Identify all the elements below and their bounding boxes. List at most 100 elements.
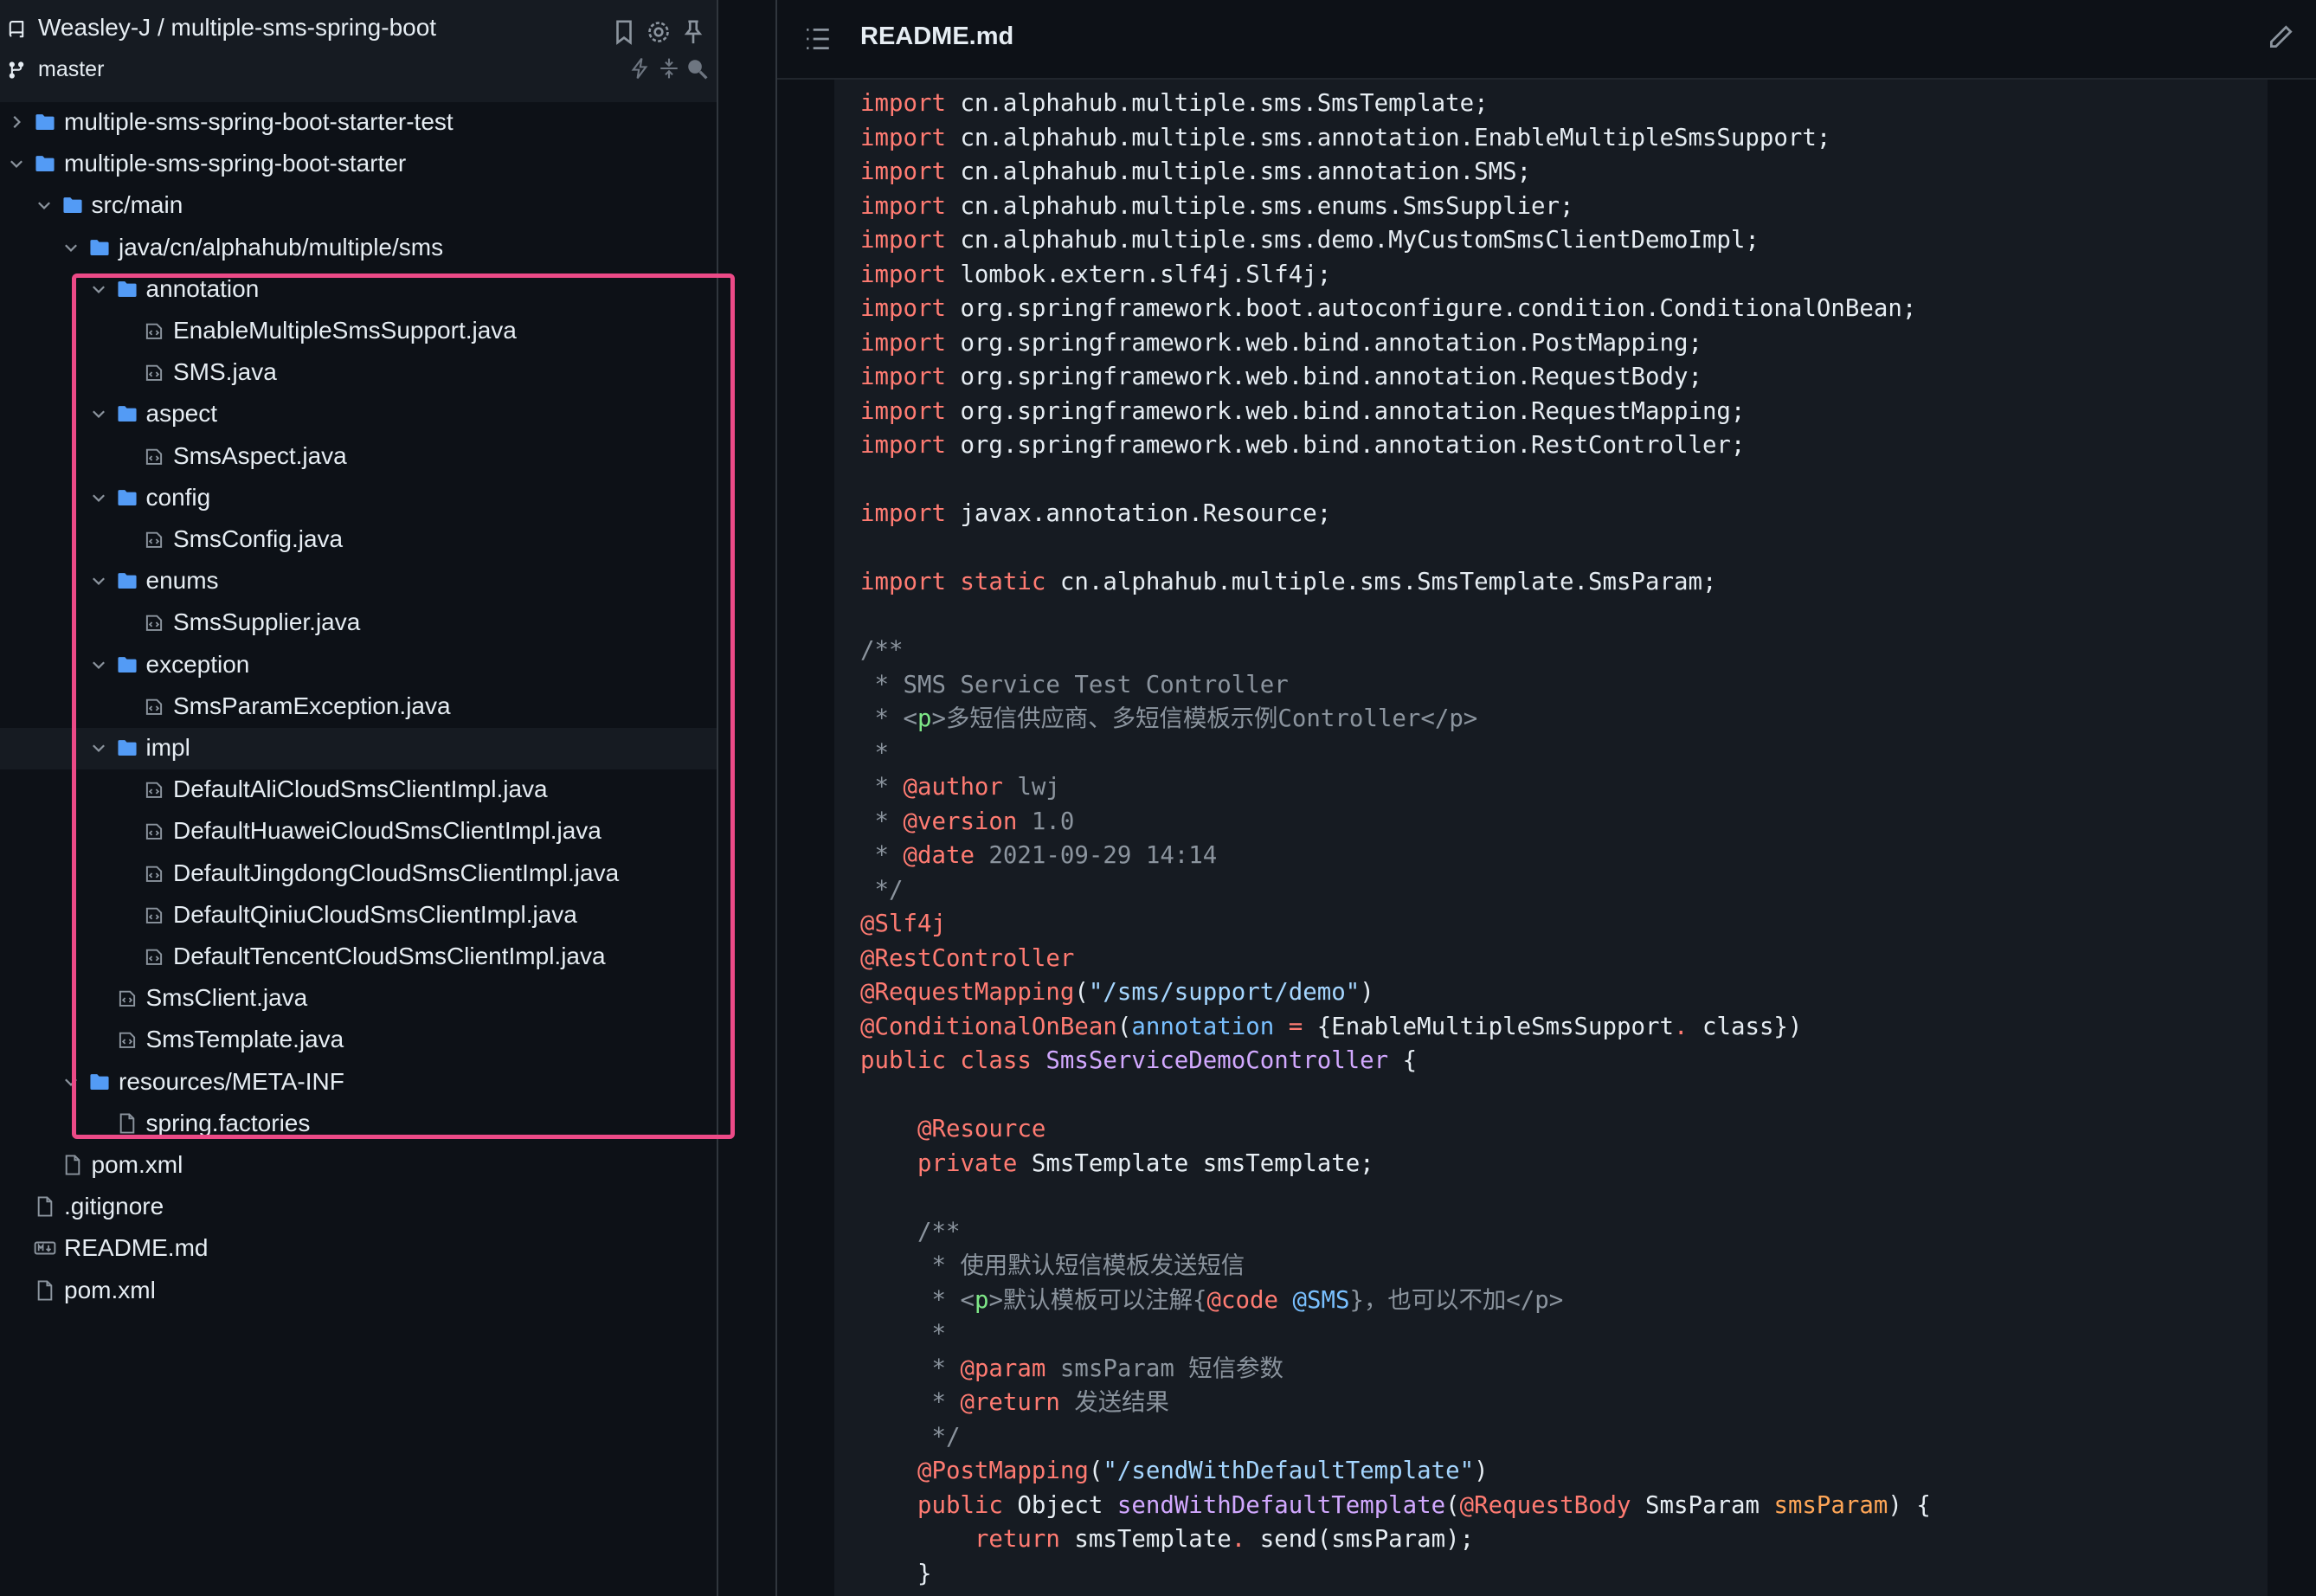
code-line: */ [860,1420,1931,1455]
editor-header: README.md [777,0,2316,80]
tree-item[interactable]: resources/META-INF [0,1062,717,1104]
code-line: @RestController [860,942,1931,976]
code-token: ) [1474,1458,1489,1484]
tree-item[interactable]: annotation [0,269,717,311]
code-token: import [860,90,961,117]
code-line: private SmsTemplate smsTemplate; [860,1147,1931,1181]
chevron-down-icon[interactable] [89,488,108,507]
pencil-icon[interactable] [2266,23,2295,52]
code-token: ( [1074,979,1089,1006]
code-token: @date [903,842,975,869]
tree-item[interactable]: EnableMultipleSmsSupport.java [0,311,717,352]
tree-item[interactable]: SmsConfig.java [0,519,717,561]
code-file-icon [119,1033,135,1049]
chevron-down-icon[interactable] [35,196,54,215]
code-line: import org.springframework.boot.autoconf… [860,292,1931,326]
code-token: 发送结果 [1059,1389,1169,1416]
file-icon [119,1113,134,1134]
code-line: */ [860,873,1931,908]
code-token: SmsParam [1631,1491,1774,1519]
tree-item-label: pom.xml [91,1151,183,1178]
chevron-down-icon[interactable] [89,280,108,299]
lightning-icon[interactable] [628,57,651,80]
tree-item[interactable]: enums [0,561,717,602]
tree-item[interactable]: pom.xml [0,1145,717,1187]
code-token: * < [917,1286,975,1314]
tree-item[interactable]: DefaultHuaweiCloudSmsClientImpl.java [0,811,717,853]
tree-item[interactable]: DefaultTencentCloudSmsClientImpl.java [0,936,717,978]
tree-item[interactable]: DefaultQiniuCloudSmsClientImpl.java [0,895,717,936]
tree-item[interactable]: SmsTemplate.java [0,1020,717,1061]
folder-icon [90,1073,109,1090]
list-icon[interactable] [803,24,833,54]
tree-item[interactable]: pom.xml [0,1271,717,1312]
tree-item-label: multiple-sms-spring-boot-starter [64,150,407,177]
chevron-down-icon[interactable] [61,238,80,257]
tree-item[interactable]: SMS.java [0,352,717,394]
gear-icon[interactable] [646,19,672,45]
chevron-down-icon[interactable] [89,738,108,757]
tree-item[interactable]: SmsParamException.java [0,686,717,728]
tree-item-label: exception [145,650,250,678]
tree-item[interactable]: impl [0,728,717,769]
code-token: "/sms/support/demo" [1088,979,1361,1006]
tree-item[interactable]: SmsSupplier.java [0,602,717,644]
code-file-icon [145,448,163,465]
tree-item[interactable]: README.md [0,1228,717,1270]
code-token: @RequestBody [1459,1491,1631,1519]
code-token: import static [860,569,1060,595]
branch-icon [9,61,24,79]
tree-item[interactable]: .gitignore [0,1187,717,1228]
code-file-icon [145,323,163,339]
branch-name[interactable]: master [38,57,104,82]
tree-item[interactable]: aspect [0,394,717,435]
code-token: cn.alphahub.multiple.sms.annotation.SMS; [960,158,1532,185]
chevron-down-icon[interactable] [89,404,108,423]
code-line: import org.springframework.web.bind.anno… [860,428,1931,463]
tree-item[interactable]: src/main [0,185,717,227]
code-file-icon [145,531,163,548]
code-token: Object [1002,1491,1117,1519]
tree-item[interactable]: spring.factories [0,1104,717,1145]
tree-item[interactable]: SmsClient.java [0,978,717,1020]
collapse-icon[interactable] [658,57,680,80]
tree-item-label: multiple-sms-spring-boot-starter-test [64,108,454,135]
pin-icon[interactable] [680,19,706,45]
tree-item[interactable]: multiple-sms-spring-boot-starter [0,144,717,185]
chevron-down-icon[interactable] [89,655,108,674]
tree-item-label: SmsSupplier.java [173,608,361,636]
tree-item[interactable]: DefaultAliCloudSmsClientImpl.java [0,769,717,811]
code-line: * <p>默认模板可以注解{@code @SMS}，也可以不加</p> [860,1284,1931,1318]
search-icon[interactable] [685,57,708,80]
tree-item[interactable]: SmsAspect.java [0,436,717,478]
code-token: @ConditionalOnBean [860,1013,1117,1040]
code-token: ( [1116,1013,1132,1040]
code-line: import org.springframework.web.bind.anno… [860,395,1931,429]
code-token: * < [860,705,917,732]
code-token: smsTemplate [1059,1526,1232,1553]
chevron-down-icon[interactable] [61,1072,80,1091]
code-file-icon [145,782,163,799]
tree-item[interactable]: config [0,478,717,519]
tree-item[interactable]: java/cn/alphahub/multiple/sms [0,228,717,269]
tree-item[interactable]: multiple-sms-spring-boot-starter-test [0,102,717,144]
code-file-icon [145,364,163,382]
code-token: import [860,364,961,390]
bookmark-icon[interactable] [611,19,637,45]
tree-item[interactable]: DefaultJingdongCloudSmsClientImpl.java [0,853,717,895]
repo-title[interactable]: Weasley-J / multiple-sms-spring-boot [38,14,436,42]
tree-item-label: SmsAspect.java [173,441,347,469]
chevron-down-icon[interactable] [89,571,108,590]
folder-icon [117,280,137,297]
code-token: cn.alphahub.multiple.sms.enums.SmsSuppli… [960,192,1574,220]
tree-item[interactable]: exception [0,645,717,686]
file-icon [37,1280,53,1301]
chevron-right-icon[interactable] [7,113,26,132]
code-file-icon [145,907,163,923]
code-token: @code [1206,1286,1278,1314]
chevron-down-icon[interactable] [7,154,26,173]
